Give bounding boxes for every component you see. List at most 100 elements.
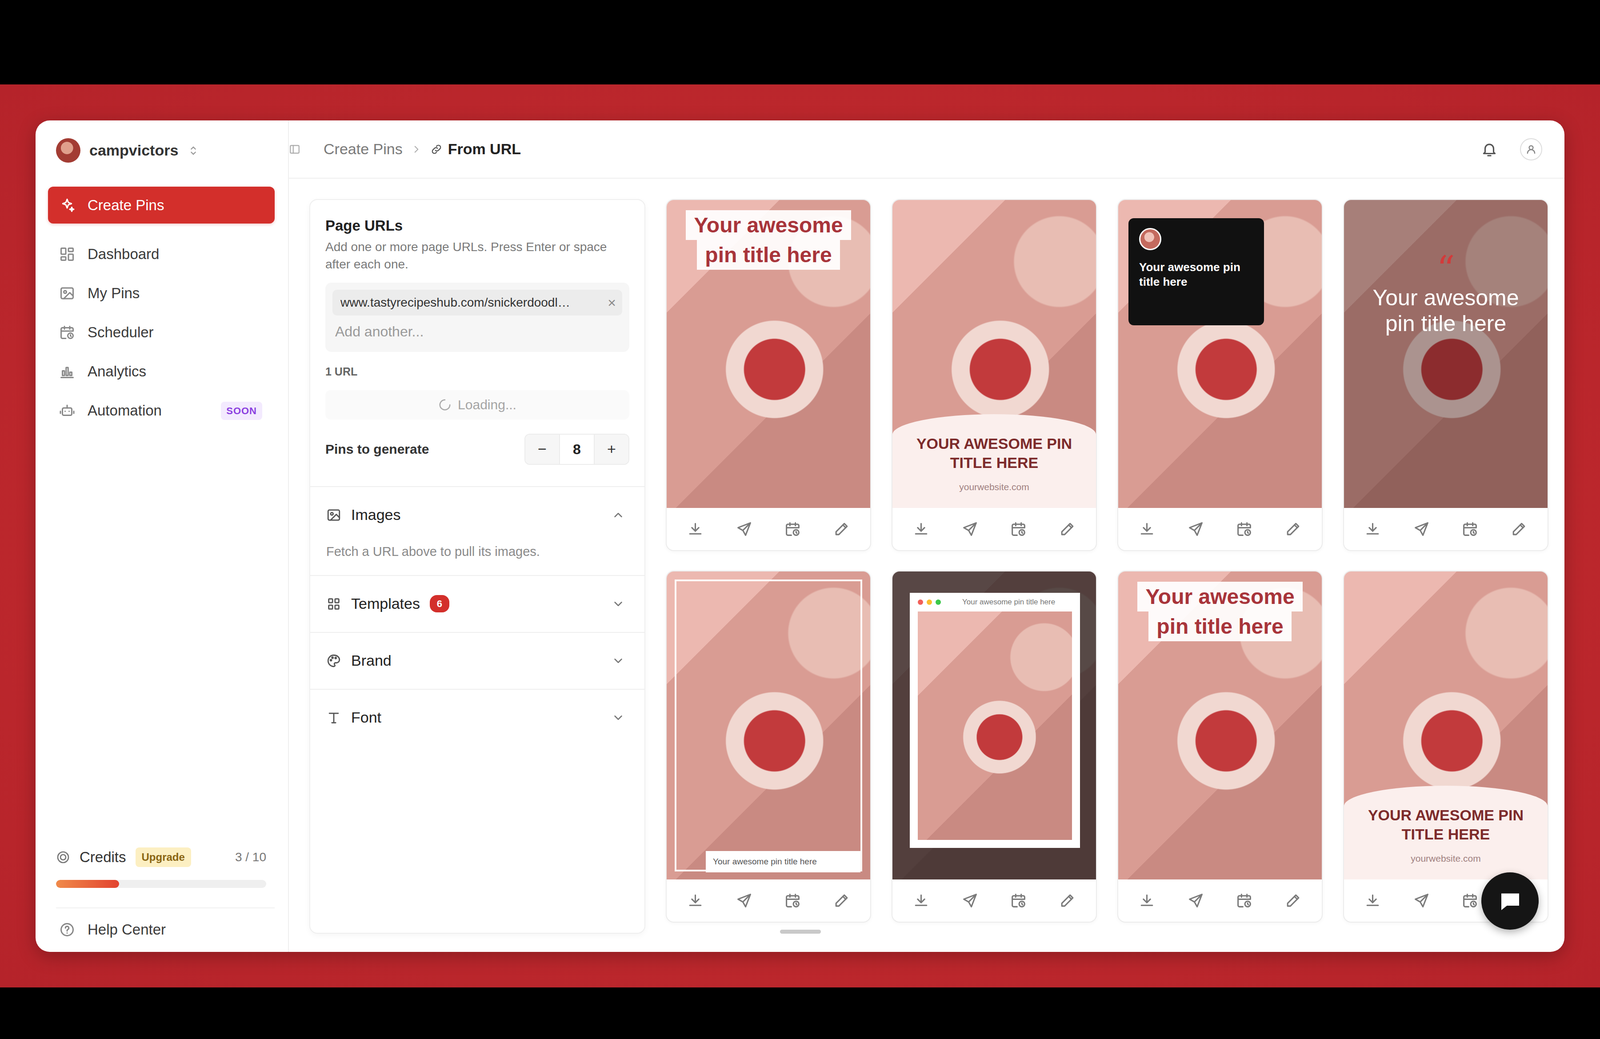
pencil-icon[interactable] — [1059, 520, 1076, 538]
pin-card[interactable]: YOUR AWESOME PINTITLE HEREyourwebsite.co… — [891, 199, 1097, 552]
user-menu-button[interactable] — [1520, 138, 1543, 161]
scroll-handle[interactable] — [780, 929, 821, 934]
pencil-icon[interactable] — [1284, 892, 1302, 909]
section-title: Images — [351, 503, 401, 527]
sidebar-item[interactable]: AutomationSOON — [48, 391, 275, 431]
pin-preview[interactable]: Your awesomepin title here — [1118, 571, 1322, 880]
pin-preview[interactable]: Your awesome pin title here — [892, 571, 1096, 880]
coin-icon — [56, 850, 71, 865]
pin-title-line: Your awesome pin title here — [962, 596, 1056, 608]
chat-button[interactable] — [1481, 872, 1539, 930]
pin-preview[interactable]: YOUR AWESOME PINTITLE HEREyourwebsite.co… — [892, 200, 1096, 508]
sidebar-item-label: Create Pins — [87, 194, 164, 217]
chevron-up-icon[interactable] — [611, 508, 625, 522]
chevron-down-icon[interactable] — [611, 711, 625, 725]
calendar-clock-icon[interactable] — [1461, 520, 1479, 538]
pin-count-value[interactable]: 8 — [559, 434, 595, 464]
calendar-clock-icon[interactable] — [1010, 520, 1027, 538]
remove-url-button[interactable]: × — [607, 295, 616, 310]
sidebar-item[interactable]: Create Pins — [48, 186, 275, 224]
pin-title-line: YOUR AWESOME PIN — [1368, 805, 1524, 825]
pin-actions — [1118, 508, 1322, 551]
add-url-input[interactable] — [332, 315, 623, 344]
pencil-icon[interactable] — [1059, 892, 1076, 909]
download-icon[interactable] — [1364, 520, 1381, 538]
type-icon — [326, 710, 342, 726]
pencil-icon[interactable] — [1284, 520, 1302, 538]
pin-card[interactable]: “Your awesomepin title here — [1343, 199, 1549, 552]
calendar-clock-icon[interactable] — [784, 892, 801, 909]
pin-card[interactable]: Your awesome pintitle here — [1117, 199, 1323, 552]
sidebar-item[interactable]: My Pins — [48, 273, 275, 313]
pin-preview[interactable]: YOUR AWESOME PINTITLE HEREyourwebsite.co… — [1344, 571, 1548, 880]
pin-card[interactable]: Your awesomepin title here — [1117, 570, 1323, 923]
pin-card[interactable]: Your awesome pin title here — [891, 570, 1097, 923]
upgrade-button[interactable]: Upgrade — [135, 847, 192, 868]
send-icon[interactable] — [961, 520, 979, 538]
increment-button[interactable]: + — [594, 434, 629, 464]
download-icon[interactable] — [1138, 520, 1156, 538]
send-icon[interactable] — [961, 892, 979, 909]
calendar-clock-icon — [59, 324, 76, 341]
send-icon[interactable] — [736, 520, 753, 538]
url-input-box[interactable]: www.tastyrecipeshub.com/snickerdoodl…× — [325, 282, 630, 352]
pencil-icon[interactable] — [833, 520, 850, 538]
chevron-down-icon[interactable] — [611, 597, 625, 611]
section-header[interactable]: Templates6 — [326, 590, 625, 618]
bar-chart-icon — [59, 363, 76, 380]
send-icon[interactable] — [1187, 892, 1204, 909]
pencil-icon[interactable] — [833, 892, 850, 909]
download-icon[interactable] — [687, 892, 704, 909]
pin-title: Your awesome pintitle here — [1139, 260, 1254, 289]
download-icon[interactable] — [912, 892, 930, 909]
pin-preview[interactable]: Your awesome pin title here — [666, 571, 871, 880]
workspace-switcher[interactable]: campvictors — [48, 138, 275, 163]
chat-bubble-icon — [1496, 888, 1524, 915]
download-icon[interactable] — [912, 520, 930, 538]
settings-section: Images Fetch a URL above to pull its imag… — [310, 487, 645, 576]
decrement-button[interactable]: − — [525, 434, 560, 464]
sidebar-toggle-icon[interactable] — [288, 143, 301, 156]
pin-preview[interactable]: Your awesomepin title here — [666, 200, 871, 508]
pin-card[interactable]: Your awesome pin title here — [665, 570, 872, 923]
section-header[interactable]: Brand — [326, 647, 625, 675]
calendar-clock-icon[interactable] — [1236, 892, 1253, 909]
help-center-link[interactable]: Help Center — [48, 916, 275, 944]
breadcrumb-label: From URL — [448, 137, 521, 161]
download-icon[interactable] — [1364, 892, 1381, 909]
pin-browser-window: Your awesome pin title here — [909, 592, 1080, 848]
download-icon[interactable] — [687, 520, 704, 538]
section-header[interactable]: Font — [326, 704, 625, 732]
window-dot — [917, 599, 924, 605]
calendar-clock-icon[interactable] — [784, 520, 801, 538]
pencil-icon[interactable] — [1510, 520, 1528, 538]
section-title: Font — [351, 706, 382, 729]
pin-title-line: Your awesome — [1137, 581, 1303, 612]
bell-icon[interactable] — [1480, 140, 1498, 158]
section-header[interactable]: Images — [326, 501, 625, 529]
send-icon[interactable] — [1187, 520, 1204, 538]
sidebar-item[interactable]: Dashboard — [48, 234, 275, 274]
pin-preview[interactable]: “Your awesomepin title here — [1344, 200, 1548, 508]
pin-card[interactable]: Your awesomepin title here — [665, 199, 872, 552]
breadcrumb-item[interactable]: Create Pins — [323, 137, 403, 161]
download-icon[interactable] — [1138, 892, 1156, 909]
send-icon[interactable] — [1413, 520, 1430, 538]
send-icon[interactable] — [1413, 892, 1430, 909]
pin-preview[interactable]: Your awesome pintitle here — [1118, 200, 1322, 508]
sidebar-item[interactable]: Scheduler — [48, 312, 275, 352]
breadcrumb-label: Create Pins — [323, 137, 403, 161]
calendar-clock-icon[interactable] — [1461, 892, 1479, 909]
pin-actions — [892, 879, 1096, 922]
section-body: Fetch a URL above to pull its images. — [326, 542, 625, 561]
chevron-down-icon[interactable] — [611, 654, 625, 668]
sidebar-item[interactable]: Analytics — [48, 352, 275, 392]
pin-caption: Your awesome pin title here — [705, 851, 861, 873]
send-icon[interactable] — [736, 892, 753, 909]
up-down-chevron-icon[interactable] — [187, 144, 200, 157]
pin-card[interactable]: YOUR AWESOME PINTITLE HEREyourwebsite.co… — [1343, 570, 1549, 923]
robot-icon — [59, 402, 76, 419]
pin-title-line: YOUR AWESOME PIN — [916, 434, 1072, 454]
calendar-clock-icon[interactable] — [1010, 892, 1027, 909]
calendar-clock-icon[interactable] — [1236, 520, 1253, 538]
